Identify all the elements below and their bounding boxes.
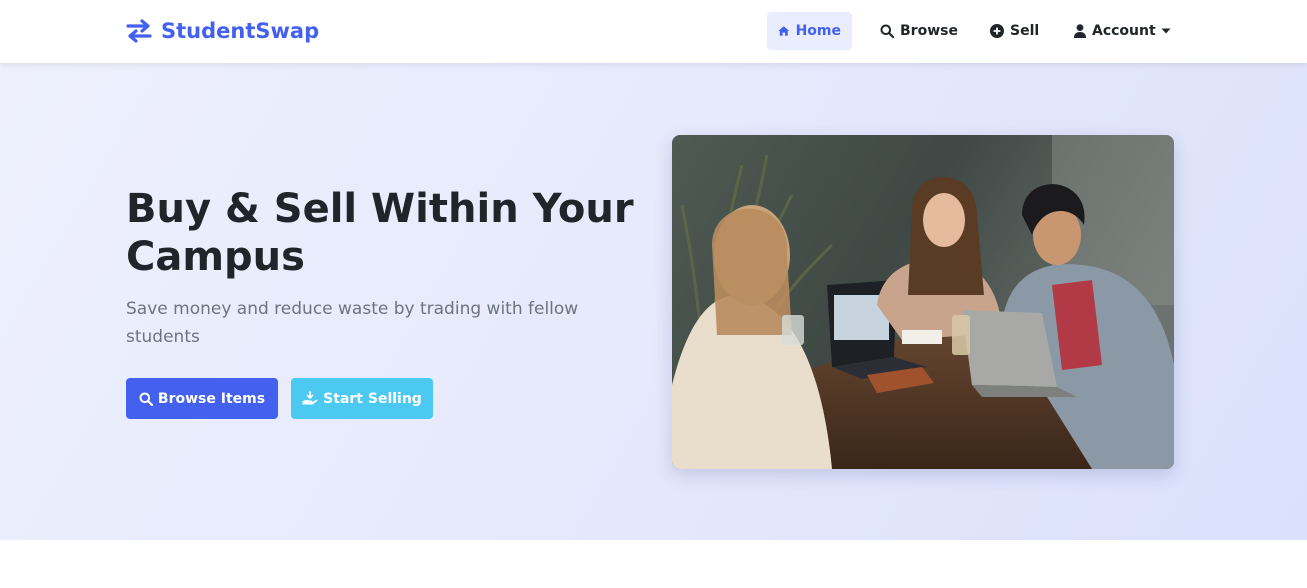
exchange-arrows-icon xyxy=(126,18,152,44)
hero-subtitle: Save money and reduce waste by trading w… xyxy=(126,299,579,347)
home-icon xyxy=(778,26,790,36)
brand-name: StudentSwap xyxy=(161,19,320,43)
hero-image xyxy=(672,135,1174,469)
hero-title: Buy & Sell Within Your Campus xyxy=(126,186,634,280)
brand-logo-link[interactable]: StudentSwap xyxy=(126,16,319,46)
user-icon xyxy=(1074,24,1086,38)
search-icon xyxy=(880,24,894,38)
plus-circle-icon xyxy=(990,24,1004,38)
search-icon xyxy=(139,392,153,406)
nav-sell-link[interactable]: Sell xyxy=(979,12,1050,50)
nav-home-link[interactable]: Home xyxy=(767,12,852,50)
nav-account-dropdown[interactable]: Account xyxy=(1063,12,1182,50)
nav-browse-link[interactable]: Browse xyxy=(869,12,969,50)
browse-items-label: Browse Items xyxy=(157,390,266,407)
browse-items-button[interactable]: Browse Items xyxy=(126,378,278,419)
start-selling-label: Start Selling xyxy=(323,390,422,407)
nav-browse-label: Browse xyxy=(900,23,958,39)
nav-home-label: Home xyxy=(795,23,841,39)
nav-account-label: Account xyxy=(1092,23,1156,39)
hand-holding-icon xyxy=(302,391,318,405)
start-selling-button[interactable]: Start Selling xyxy=(291,378,433,419)
hero-section: Buy & Sell Within Your Campus Save money… xyxy=(0,63,1307,540)
caret-down-icon xyxy=(1161,28,1171,34)
nav-sell-label: Sell xyxy=(1010,23,1040,39)
navbar: StudentSwap Home Browse Sell Account xyxy=(0,0,1307,63)
